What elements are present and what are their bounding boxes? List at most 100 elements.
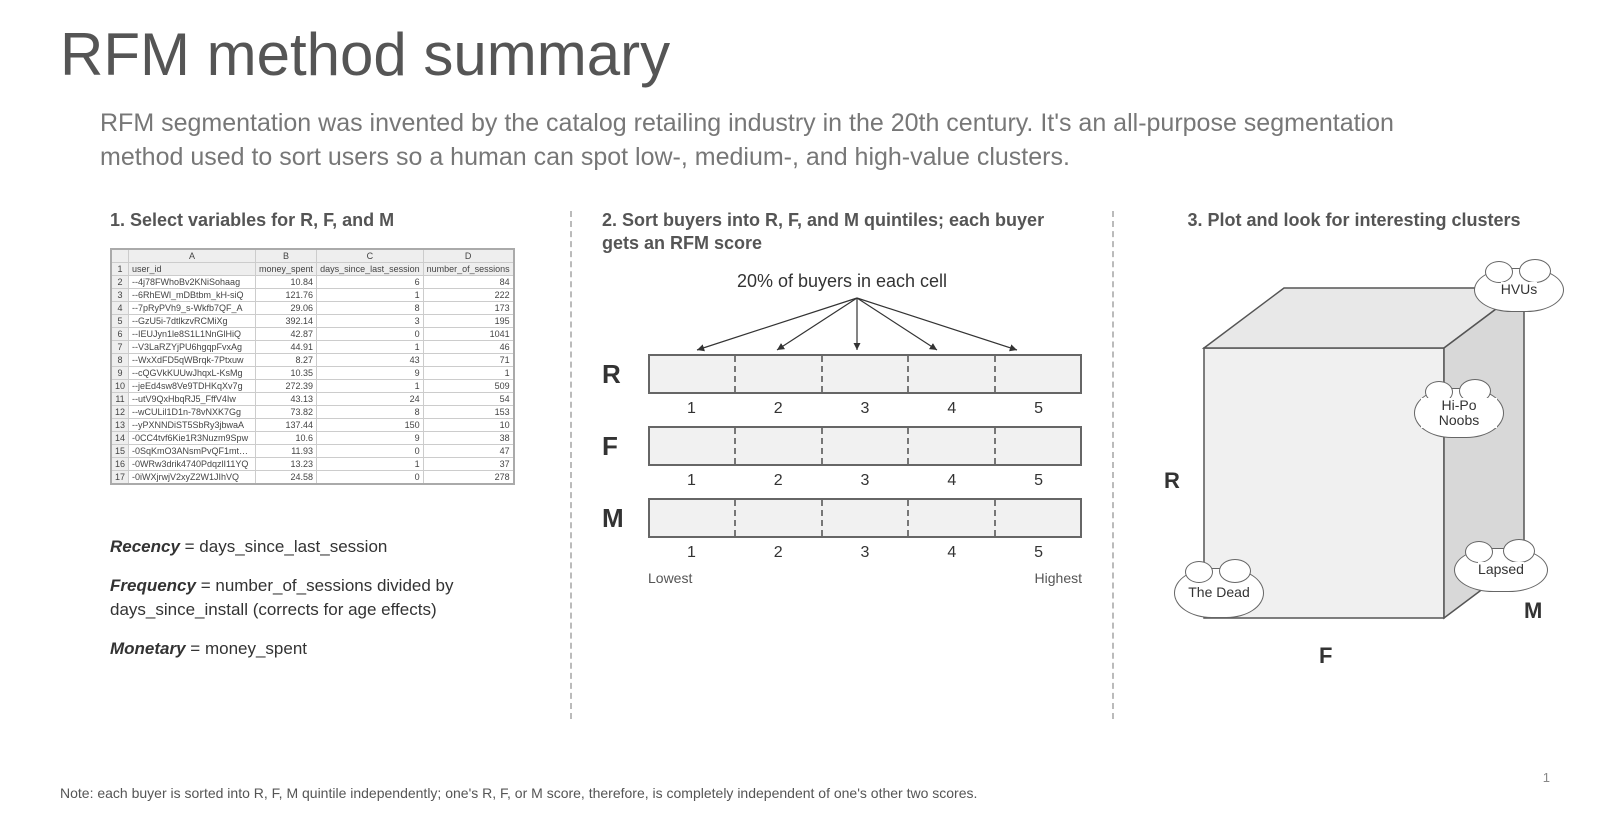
step-2: 2. Sort buyers into R, F, and M quintile… bbox=[592, 205, 1092, 735]
col-blank bbox=[111, 249, 129, 263]
cell-money: 392.14 bbox=[256, 314, 317, 327]
table-row: 15-0SqKmO3ANsmPvQF1mtwjQ11.93047 bbox=[111, 444, 514, 457]
quintile-cell bbox=[736, 500, 822, 536]
quintile-bar bbox=[648, 498, 1082, 538]
rownum: 2 bbox=[111, 275, 129, 288]
table-row: 9--cQGVkKUUwJhqxL-KsMg10.3591 bbox=[111, 366, 514, 379]
cell-money: 10.35 bbox=[256, 366, 317, 379]
cloud-dead-text: The Dead bbox=[1188, 585, 1249, 600]
cloud-lapsed-text: Lapsed bbox=[1478, 562, 1524, 577]
definitions: Recency = days_since_last_session Freque… bbox=[110, 535, 540, 662]
quintile-num: 5 bbox=[995, 544, 1082, 562]
cell-money: 42.87 bbox=[256, 327, 317, 340]
cell-money: 137.44 bbox=[256, 418, 317, 431]
quintile-bar bbox=[648, 426, 1082, 466]
table-row: 13--yPXNNDiST5SbRy3jbwaA137.4415010 bbox=[111, 418, 514, 431]
step-3: 3. Plot and look for interesting cluster… bbox=[1134, 205, 1574, 735]
page-title: RFM method summary bbox=[60, 20, 1540, 89]
cell-money: 8.27 bbox=[256, 353, 317, 366]
rownum: 4 bbox=[111, 301, 129, 314]
quintile-cell bbox=[823, 500, 909, 536]
quintile-cell bbox=[996, 500, 1080, 536]
cell-sessions: 195 bbox=[423, 314, 514, 327]
quintile-num: 3 bbox=[822, 400, 909, 418]
rownum: 11 bbox=[111, 392, 129, 405]
cell-money: 24.58 bbox=[256, 470, 317, 484]
cell-user-id: -0WRw3drik4740PdqzlI11YQ bbox=[129, 457, 256, 470]
cell-user-id: --6RhEWl_mDBtbm_kH-siQ bbox=[129, 288, 256, 301]
quintile-num: 1 bbox=[648, 472, 735, 490]
cloud-hipo-text: Hi-Po Noobs bbox=[1421, 398, 1497, 429]
def-monetary: Monetary = money_spent bbox=[110, 637, 540, 662]
arrow-svg bbox=[662, 294, 1052, 354]
rownum: 9 bbox=[111, 366, 129, 379]
axis-m: M bbox=[1524, 598, 1542, 624]
quintile-num: 1 bbox=[648, 544, 735, 562]
low-high-labels: Lowest Highest bbox=[648, 570, 1082, 586]
cell-user-id: --cQGVkKUUwJhqxL-KsMg bbox=[129, 366, 256, 379]
col-a: A bbox=[129, 249, 256, 263]
rownum: 10 bbox=[111, 379, 129, 392]
quintile-label: F bbox=[602, 431, 648, 462]
cell-user-id: --V3LaRZYjPU6hgqpFvxAg bbox=[129, 340, 256, 353]
cell-days: 0 bbox=[317, 470, 424, 484]
quintile-cell bbox=[650, 500, 736, 536]
hdr-sessions: number_of_sessions bbox=[423, 262, 514, 275]
quintile-cell bbox=[736, 356, 822, 392]
quintile-group-f: F12345 bbox=[602, 426, 1082, 490]
cell-user-id: --WxXdFD5qWBrqk-7Ptxuw bbox=[129, 353, 256, 366]
cell-user-id: -0SqKmO3ANsmPvQF1mtwjQ bbox=[129, 444, 256, 457]
val-monetary: = money_spent bbox=[186, 639, 307, 658]
cell-sessions: 222 bbox=[423, 288, 514, 301]
intro-text: RFM segmentation was invented by the cat… bbox=[100, 107, 1420, 175]
label-highest: Highest bbox=[1035, 570, 1082, 586]
spreadsheet: A B C D 1 user_id money_spent days_since… bbox=[110, 248, 515, 485]
cell-money: 43.13 bbox=[256, 392, 317, 405]
quintile-group-r: R12345 bbox=[602, 354, 1082, 418]
cloud-hvus-text: HVUs bbox=[1501, 282, 1538, 297]
term-frequency: Frequency bbox=[110, 576, 196, 595]
cloud-dead: The Dead bbox=[1174, 568, 1264, 618]
cell-sessions: 37 bbox=[423, 457, 514, 470]
page-number: 1 bbox=[1543, 770, 1550, 785]
quintile-numbers: 12345 bbox=[648, 472, 1082, 490]
quintile-cell bbox=[650, 356, 736, 392]
hdr-days: days_since_last_session bbox=[317, 262, 424, 275]
quintile-cell bbox=[823, 428, 909, 464]
term-recency: Recency bbox=[110, 537, 180, 556]
cell-days: 43 bbox=[317, 353, 424, 366]
quintile-num: 2 bbox=[735, 400, 822, 418]
cell-money: 73.82 bbox=[256, 405, 317, 418]
rownum: 8 bbox=[111, 353, 129, 366]
cell-days: 1 bbox=[317, 379, 424, 392]
cell-money: 29.06 bbox=[256, 301, 317, 314]
rownum: 6 bbox=[111, 327, 129, 340]
rownum: 12 bbox=[111, 405, 129, 418]
table-row: 4--7pRyPVh9_s-Wkfb7QF_A29.068173 bbox=[111, 301, 514, 314]
quintile-num: 2 bbox=[735, 544, 822, 562]
cell-days: 8 bbox=[317, 405, 424, 418]
cell-days: 9 bbox=[317, 366, 424, 379]
rownum: 13 bbox=[111, 418, 129, 431]
cell-sessions: 38 bbox=[423, 431, 514, 444]
table-row: 7--V3LaRZYjPU6hgqpFvxAg44.91146 bbox=[111, 340, 514, 353]
table-row: 17-0iWXjrwjV2xyZ2W1JIhVQ24.580278 bbox=[111, 470, 514, 484]
label-lowest: Lowest bbox=[648, 570, 692, 586]
quintile-numbers: 12345 bbox=[648, 400, 1082, 418]
cell-days: 6 bbox=[317, 275, 424, 288]
step-1-title: 1. Select variables for R, F, and M bbox=[110, 209, 540, 232]
hdr-user-id: user_id bbox=[129, 262, 256, 275]
cell-money: 44.91 bbox=[256, 340, 317, 353]
quintile-label: M bbox=[602, 503, 648, 534]
slide: RFM method summary RFM segmentation was … bbox=[0, 0, 1600, 815]
cell-sessions: 1 bbox=[423, 366, 514, 379]
cloud-hvus: HVUs bbox=[1474, 268, 1564, 312]
rownum: 5 bbox=[111, 314, 129, 327]
axis-f: F bbox=[1319, 643, 1332, 669]
footnote: Note: each buyer is sorted into R, F, M … bbox=[60, 785, 977, 801]
cell-days: 8 bbox=[317, 301, 424, 314]
table-row: 11--utV9QxHbqRJ5_FffV4Iw43.132454 bbox=[111, 392, 514, 405]
table-row: 10--jeEd4sw8Ve9TDHKqXv7g272.391509 bbox=[111, 379, 514, 392]
table-row: 8--WxXdFD5qWBrqk-7Ptxuw8.274371 bbox=[111, 353, 514, 366]
table-row: 14-0CC4tvf6Kie1R3Nuzm9Spw10.6938 bbox=[111, 431, 514, 444]
